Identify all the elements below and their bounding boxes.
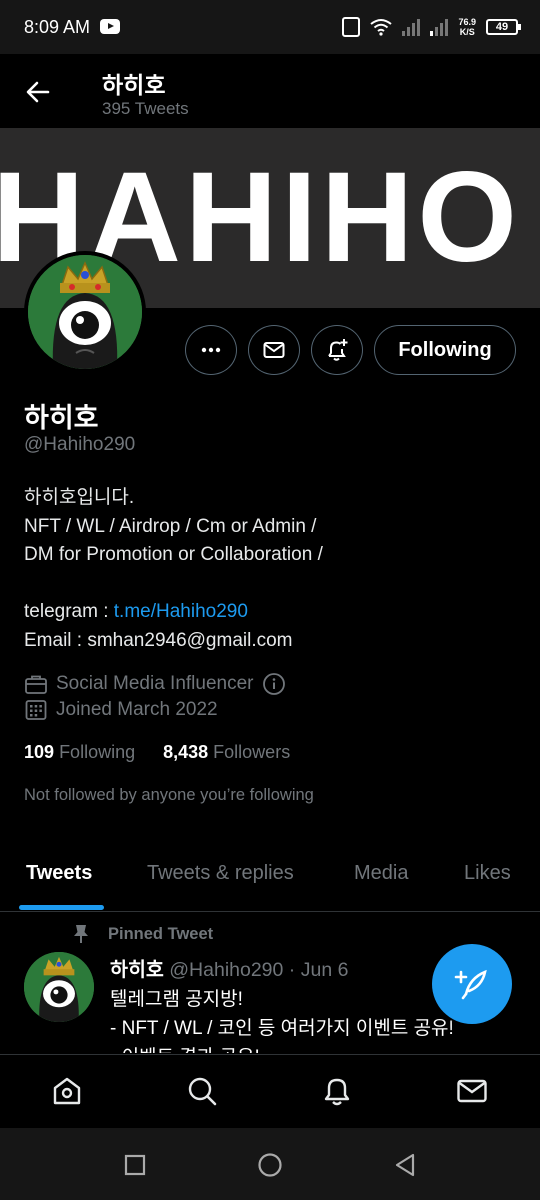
tab-likes[interactable]: Likes [464,862,511,885]
info-icon[interactable] [262,672,286,696]
tab-tweets[interactable]: Tweets [26,862,92,885]
bio-line: DM for Promotion or Collaboration / [24,544,323,565]
telegram-link[interactable]: t.me/Hahiho290 [114,601,248,622]
tweet-line: - 이벤트 결과 공유! [110,1043,454,1053]
back-arrow-icon[interactable] [24,78,52,106]
following-stat[interactable]: 109 Following [24,742,135,763]
bio-email-line: Email : smhan2946@gmail.com [24,629,293,651]
tweet-line: - NFT / WL / 코인 등 여러가지 이벤트 공유! [110,1018,454,1039]
vibrate-icon [342,17,361,37]
tweet-separator: · [288,959,296,981]
category-label: Social Media Influencer [56,673,254,694]
tweet-author-avatar[interactable] [24,952,94,1022]
followers-stat[interactable]: 8,438 Followers [163,742,290,763]
profile-handle: @Hahiho290 [24,434,136,455]
recents-button[interactable] [120,1150,150,1180]
pinned-label: Pinned Tweet [108,924,214,943]
joined-label: Joined March 2022 [56,699,218,720]
followers-count: 8,438 [163,742,209,762]
mutual-followers-note: Not followed by anyone you’re following [24,786,314,804]
signal-icon [402,18,421,36]
tab-tweets-replies[interactable]: Tweets & replies [147,862,294,885]
tweet-line: 텔레그램 공지방! [110,989,243,1010]
circle-icon [258,1153,282,1177]
following-stat-label: Following [59,742,136,762]
more-options-button[interactable] [185,325,237,375]
calendar-icon [25,700,47,720]
follow-stats: 109 Following 8,438 Followers [24,742,290,763]
wifi-icon [370,18,393,36]
square-icon [124,1154,146,1176]
active-tab-indicator [19,905,104,910]
header-tweet-count: 395 Tweets [102,99,189,118]
status-time: 8:09 AM [24,17,91,37]
bell-icon [324,1078,350,1106]
compose-tweet-button[interactable] [432,944,512,1024]
feather-plus-icon [454,969,487,1000]
header-name: 하히호 [102,72,166,98]
profile-header: 하히호 395 Tweets [0,54,540,128]
bio-line: 하히호입니다. [24,487,135,508]
more-dots-icon [201,347,221,353]
nav-home[interactable] [49,1073,85,1109]
following-count: 109 [24,742,55,762]
following-button[interactable]: Following [374,325,516,375]
profile-tabs: Tweets Tweets & replies Media Likes [0,848,540,912]
pinned-indicator: Pinned Tweet [72,924,213,944]
nav-messages[interactable] [454,1073,490,1109]
profile-name: 하히호 [24,403,99,433]
status-icons: 76.9 K/S 49 [342,16,521,38]
system-navigation-bar [0,1128,540,1200]
tweet-author-name[interactable]: 하히호 [110,959,164,981]
search-icon [188,1077,217,1106]
followers-stat-label: Followers [213,742,291,762]
triangle-back-icon [395,1153,415,1177]
bottom-navigation [0,1054,540,1128]
notifications-toggle-button[interactable] [311,325,363,375]
signal-icon-2 [430,18,449,36]
briefcase-icon [25,675,47,694]
profile-avatar[interactable] [24,251,146,373]
nav-search[interactable] [184,1073,220,1109]
envelope-icon [457,1079,487,1103]
pin-icon [74,925,88,943]
tab-media[interactable]: Media [354,862,408,885]
status-bar: 8:09 AM 76.9 K/S 49 [0,0,540,54]
battery-icon: 49 [486,19,521,35]
profile-category: Social Media Influencer [24,672,286,696]
tweet-date: Jun 6 [300,959,349,981]
back-system-button[interactable] [390,1150,420,1180]
tweet-author-handle: @Hahiho290 [169,959,284,981]
envelope-icon [263,342,285,358]
tweet-text[interactable]: 텔레그램 공지방! - NFT / WL / 코인 등 여러가지 이벤트 공유!… [110,985,454,1053]
bell-plus-icon [328,339,348,361]
profile-bio: 하히호입니다. NFT / WL / Airdrop / Cm or Admin… [24,484,323,655]
home-icon [53,1077,81,1105]
youtube-icon [100,19,120,34]
telegram-label: telegram : [24,601,114,622]
network-speed: 76.9 K/S [458,17,476,37]
nav-notifications[interactable] [319,1073,355,1109]
message-button[interactable] [248,325,300,375]
profile-joined: Joined March 2022 [24,698,218,722]
bio-telegram-line: telegram : t.me/Hahiho290 [24,598,323,627]
bio-line: NFT / WL / Airdrop / Cm or Admin / [24,515,317,537]
tweet-header: 하히호 @Hahiho290 · Jun 6 [110,953,348,982]
home-system-button[interactable] [255,1150,285,1180]
